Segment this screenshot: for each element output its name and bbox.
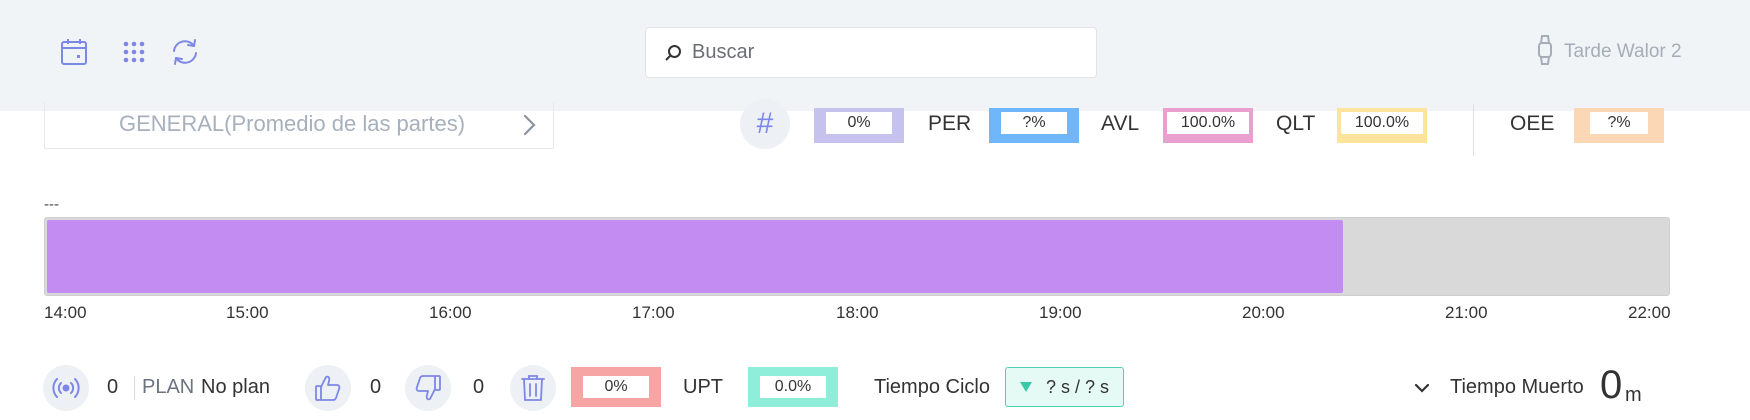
cycle-time-value: ? s / ? s [1046,376,1110,397]
dead-time-unit: m [1625,384,1642,406]
timeline-tick: 15:00 [226,303,269,322]
per-label: PER [928,112,972,135]
cycle-time-box[interactable]: ? s / ? s [1005,367,1124,407]
qlt-metric-box: 100.0% [1337,108,1427,143]
timeline-bar[interactable] [44,217,1670,296]
trash-icon[interactable] [510,365,556,411]
count-metric-box: 0% [814,108,904,143]
avl-metric-value: 100.0% [1167,112,1249,134]
part-selector-label: GENERAL(Promedio de las partes) [119,111,466,136]
dislike-count: 0 [473,376,485,398]
timeline-tick: 22:00 [1628,303,1671,322]
signal-count: 0 [107,376,119,398]
upt-metric-value: 0.0% [760,376,826,398]
oee-label: OEE [1510,112,1555,135]
user-menu[interactable]: Tarde Walor 2 [1536,34,1682,70]
waste-metric-box: 0% [571,367,661,407]
user-name: Tarde Walor 2 [1564,41,1682,62]
count-metric-value: 0% [826,112,892,134]
top-bar: Tarde Walor 2 [0,0,1750,111]
refresh-icon[interactable] [167,34,203,70]
calendar-icon[interactable] [56,34,92,70]
chevron-right-icon [519,112,539,143]
avl-metric-box: 100.0% [1163,108,1253,143]
timeline-tick: 17:00 [632,303,675,322]
dead-time-label: Tiempo Muerto [1450,376,1584,398]
metrics-divider [1473,104,1474,156]
thumbs-up-icon[interactable] [305,365,351,411]
plan-label: PLAN [142,376,195,398]
apps-grid-icon[interactable] [116,34,152,70]
search-input[interactable] [692,41,1072,64]
per-metric-box: ?% [989,108,1079,143]
part-selector[interactable]: GENERAL(Promedio de las partes) [44,102,554,149]
timeline-fill [47,220,1343,293]
watch-icon [1536,34,1554,71]
timeline-tick: 14:00 [44,303,87,322]
avl-label: AVL [1101,112,1140,135]
chevron-down-icon[interactable] [1412,378,1432,403]
signal-icon[interactable] [43,365,89,411]
qlt-metric-value: 100.0% [1341,112,1423,134]
triangle-down-icon [1020,382,1032,392]
qlt-label: QLT [1276,112,1316,135]
dead-time-value: 0 [1600,363,1623,407]
plan-separator [134,376,135,400]
search-icon [662,42,684,64]
timeline-tick: 20:00 [1242,303,1285,322]
upt-metric-box: 0.0% [748,367,838,407]
search-box[interactable] [645,27,1097,78]
waste-metric-value: 0% [583,376,649,398]
timeline-tick: 16:00 [429,303,472,322]
oee-metric-box: ?% [1574,108,1664,143]
timeline-tick: 18:00 [836,303,879,322]
timeline-tick: 19:00 [1039,303,1082,322]
cycle-time-label: Tiempo Ciclo [874,376,990,398]
like-count: 0 [370,376,382,398]
oee-metric-value: ?% [1590,112,1648,134]
timeline-label: --- [44,196,59,213]
upt-label: UPT [683,376,723,398]
timeline-tick: 21:00 [1445,303,1488,322]
per-metric-value: ?% [1001,112,1067,134]
hash-icon[interactable]: # [740,99,790,149]
thumbs-down-icon[interactable] [405,365,451,411]
plan-value: No plan [201,376,270,398]
